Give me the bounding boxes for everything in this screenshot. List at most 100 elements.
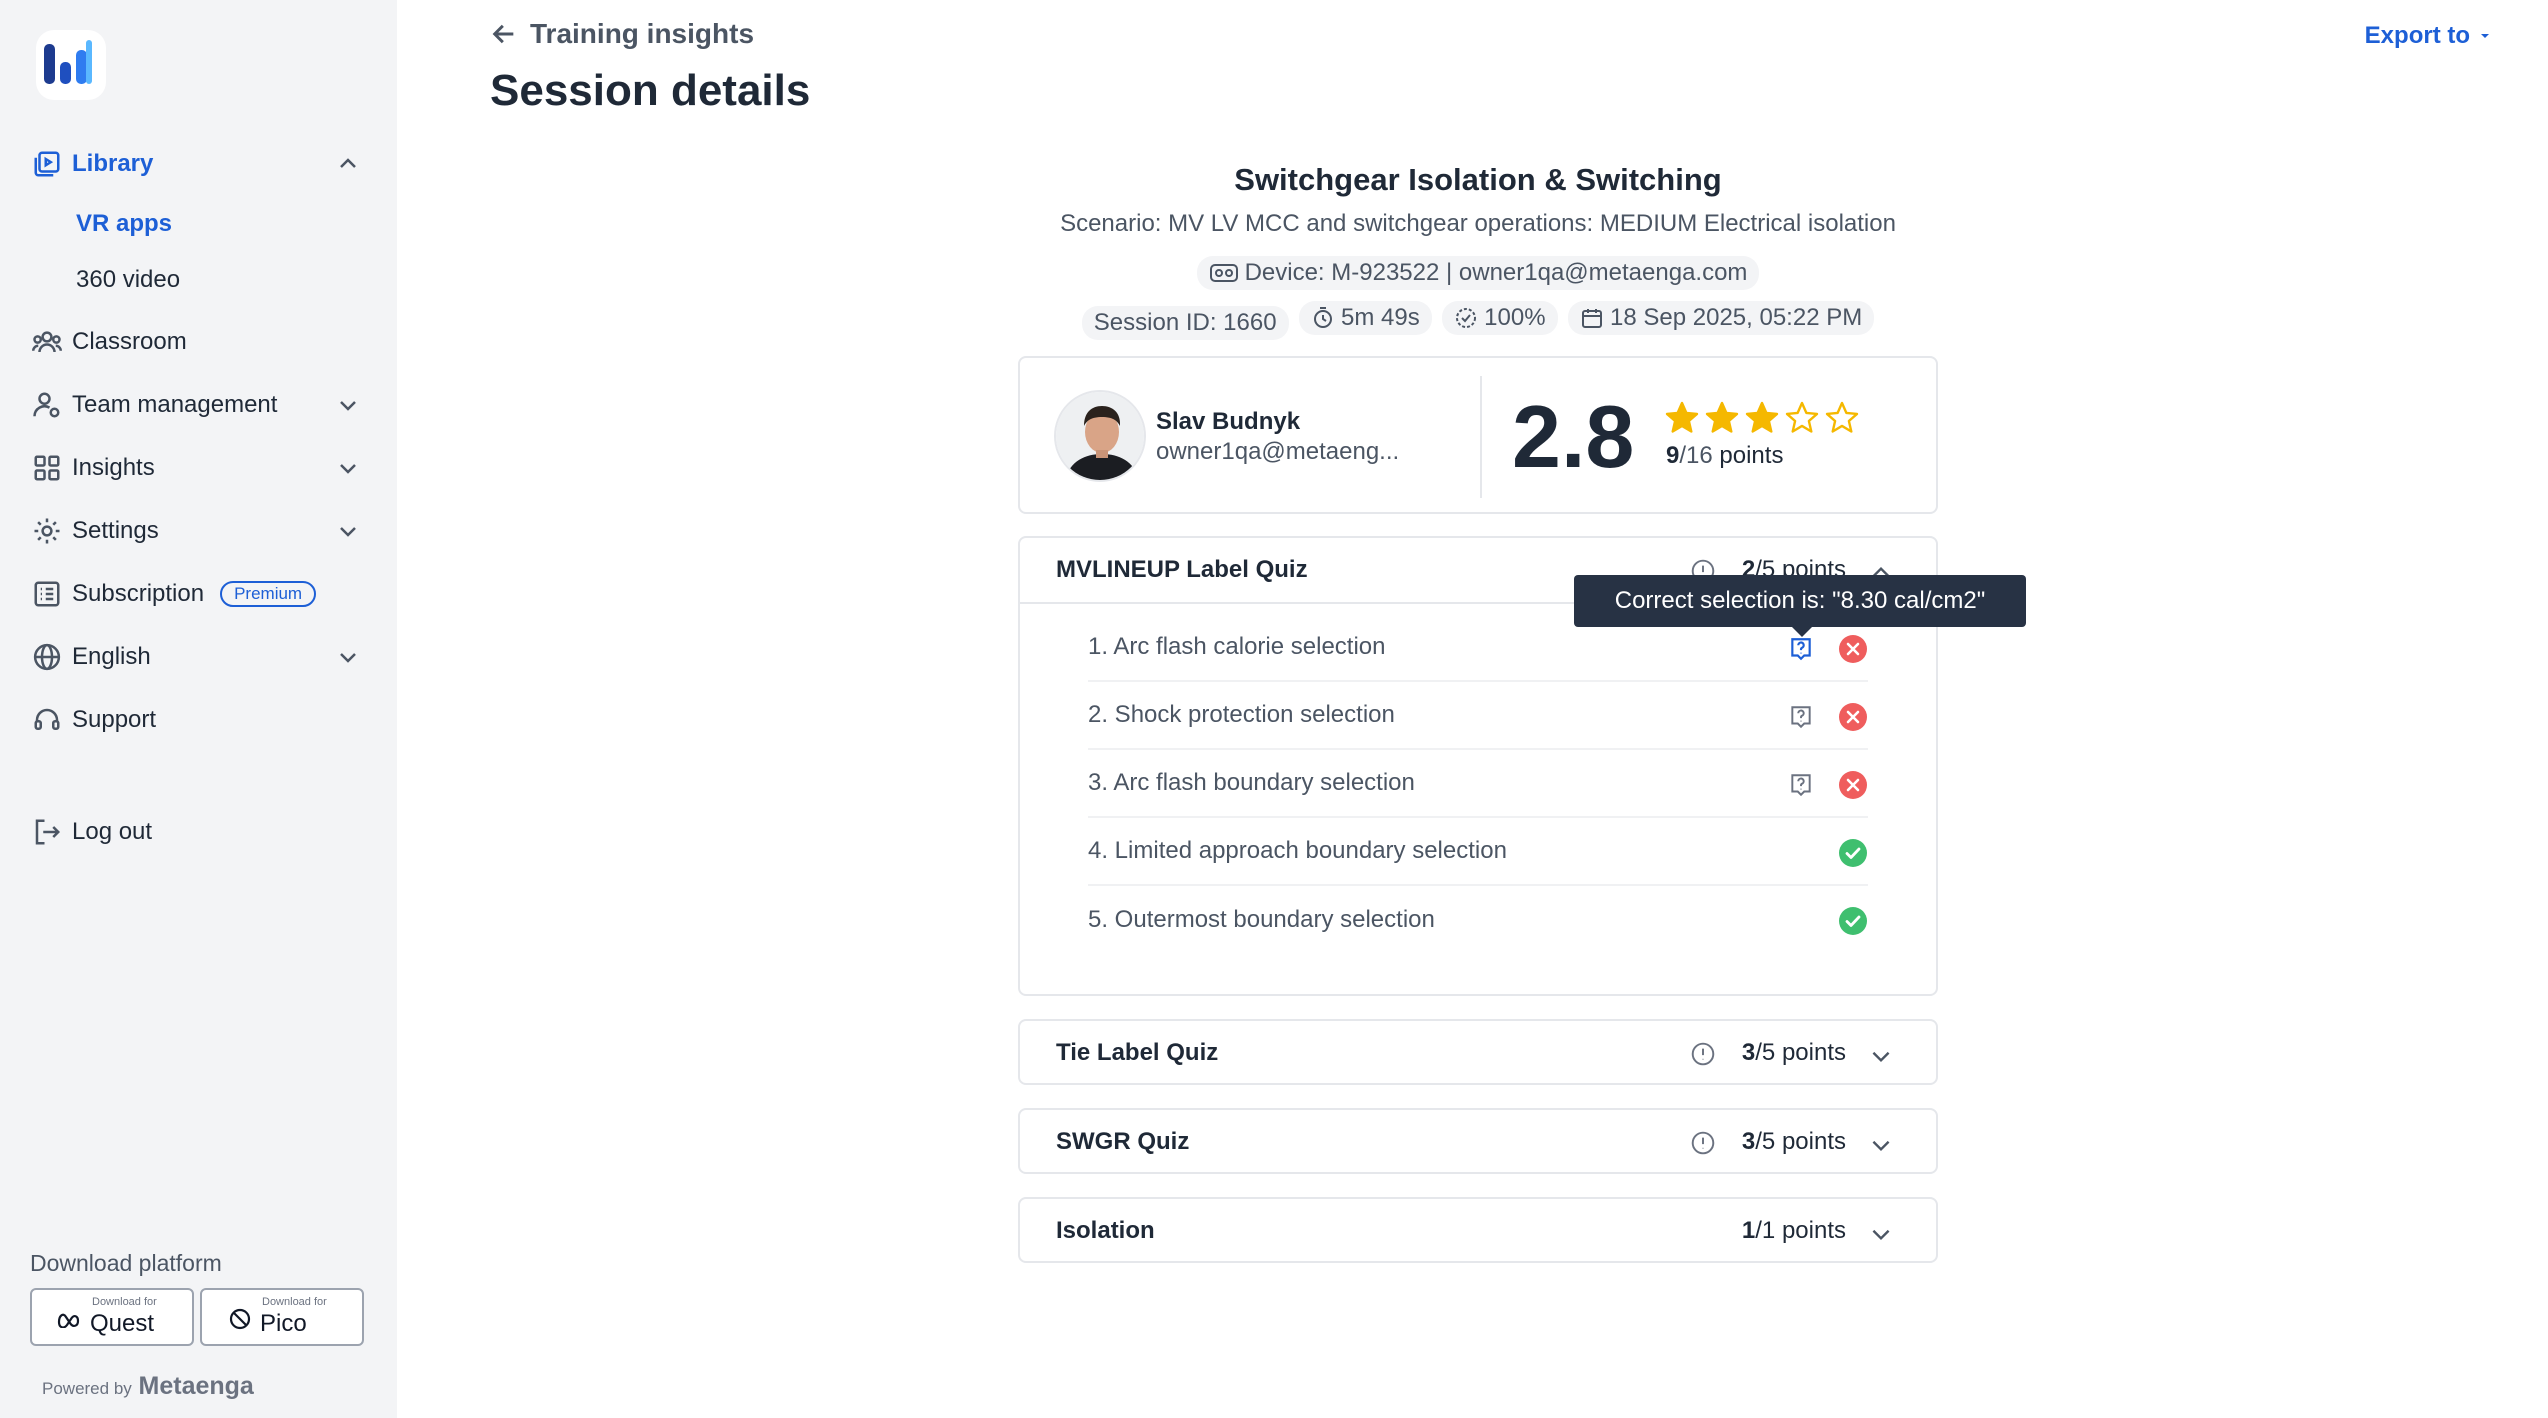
chevron-down-icon[interactable] <box>1868 1043 1894 1074</box>
check-badge-icon <box>1456 308 1477 328</box>
download-platform-title: Download platform <box>30 1250 222 1276</box>
info-icon[interactable] <box>1690 1130 1716 1161</box>
star-empty-icon <box>1785 401 1819 433</box>
info-icon[interactable] <box>1690 1041 1716 1072</box>
sidebar-item-label: Classroom <box>72 328 187 355</box>
correct-icon <box>1838 838 1868 875</box>
quiz-header[interactable]: SWGR Quiz 3/5 points <box>1020 1110 1936 1174</box>
star-filled-icon <box>1665 401 1699 433</box>
points-label: points <box>1719 442 1784 469</box>
sidebar-item-360-video[interactable]: 360 video <box>76 262 180 298</box>
page-title: Session details <box>490 66 811 115</box>
chevron-down-icon[interactable] <box>336 393 360 424</box>
device-pill: Device: M-923522 | owner1qa@metaenga.com <box>1196 256 1760 290</box>
pico-icon <box>228 1307 252 1336</box>
sidebar-item-label: Library <box>72 150 154 177</box>
arrow-left-icon <box>492 24 514 44</box>
back-label: Training insights <box>530 18 755 49</box>
caret-down-icon <box>2481 34 2489 38</box>
quiz-questions: 1. Arc flash calorie selection 2. Shock … <box>1020 602 1936 954</box>
sidebar-item-subscription[interactable]: Subscription Premium <box>30 572 360 616</box>
chevron-up-icon[interactable] <box>336 152 360 183</box>
sidebar-item-label: Settings <box>72 517 159 544</box>
points-total: /16 <box>1679 442 1713 469</box>
gear-icon <box>30 514 64 548</box>
list-icon <box>30 577 64 611</box>
score-card: Slav Budnyk owner1qa@metaeng... 2.8 9/16… <box>1018 356 1938 514</box>
question-text: 1. Arc flash calorie selection <box>1088 633 1386 660</box>
quiz-earned: 3 <box>1741 1128 1756 1155</box>
sidebar-item-label: Team management <box>72 391 278 418</box>
powered-by: Powered by Metaenga <box>42 1372 254 1401</box>
quiz-title: MVLINEUP Label Quiz <box>1056 556 1308 583</box>
grid-icon <box>30 451 64 485</box>
completion-pill: 100% <box>1442 301 1558 335</box>
question-help-icon[interactable] <box>1788 772 1814 805</box>
quiz-total: /5 <box>1755 1128 1776 1155</box>
quiz-total: /1 <box>1755 1217 1776 1244</box>
sidebar-item-settings[interactable]: Settings <box>30 509 360 553</box>
download-pico-button[interactable]: Download for Pico <box>200 1288 364 1346</box>
correct-icon <box>1838 906 1868 943</box>
question-help-icon[interactable] <box>1788 704 1814 737</box>
chevron-down-icon[interactable] <box>336 645 360 676</box>
quiz-section: Tie Label Quiz 3/5 points <box>1018 1019 1938 1085</box>
sidebar-item-language[interactable]: English <box>30 635 360 679</box>
quiz-title: Tie Label Quiz <box>1056 1039 1219 1066</box>
users-icon <box>30 325 64 359</box>
session-id-text: Session ID: 1660 <box>1093 309 1277 336</box>
chevron-down-icon[interactable] <box>336 456 360 487</box>
session-scenario: Scenario: MV LV MCC and switchgear opera… <box>1060 210 1896 237</box>
question-text: 2. Shock protection selection <box>1088 701 1395 728</box>
back-link[interactable]: Training insights <box>490 18 754 50</box>
sidebar-item-vr-apps[interactable]: VR apps <box>76 206 172 242</box>
session-title: Switchgear Isolation & Switching <box>1234 162 1722 197</box>
sidebar-item-label: Support <box>72 706 157 733</box>
library-icon <box>30 147 64 181</box>
question-help-icon[interactable] <box>1788 636 1814 669</box>
star-empty-icon <box>1825 401 1859 433</box>
logout-icon <box>30 815 64 849</box>
brand-wordmark: Metaenga <box>138 1372 254 1400</box>
points-earned: 9 <box>1666 442 1680 469</box>
star-filled-icon <box>1705 401 1739 433</box>
calendar-icon <box>1582 309 1603 328</box>
globe-icon <box>30 640 64 674</box>
star-rating <box>1664 400 1860 436</box>
sidebar-item-logout[interactable]: Log out <box>30 810 360 854</box>
completion-text: 100% <box>1484 304 1546 331</box>
vr-headset-icon <box>1209 264 1238 282</box>
datetime-pill: 18 Sep 2025, 05:22 PM <box>1568 301 1875 335</box>
sidebar-item-team-management[interactable]: Team management <box>30 383 360 427</box>
export-label: Export to <box>2364 22 2470 49</box>
question-row: 4. Limited approach boundary selection <box>1088 818 1868 886</box>
correct-answer-tooltip: Correct selection is: "8.30 cal/cm2" <box>1574 575 2026 637</box>
quiz-header[interactable]: Tie Label Quiz 3/5 points <box>1020 1021 1936 1085</box>
export-button[interactable]: Export to <box>2365 22 2492 50</box>
incorrect-icon <box>1838 702 1868 739</box>
quiz-points-label: points <box>1781 1039 1846 1066</box>
download-quest-button[interactable]: Download for Quest <box>30 1288 194 1346</box>
sidebar-item-classroom[interactable]: Classroom <box>30 320 360 364</box>
user-name: Slav Budnyk <box>1156 408 1301 435</box>
quiz-earned: 3 <box>1741 1039 1756 1066</box>
session-meta-row: Session ID: 1660 5m 49s 100% 18 Sep 2025… <box>1018 301 1938 340</box>
quiz-section: Isolation 1/1 points <box>1018 1197 1938 1263</box>
star-filled-icon <box>1745 401 1779 433</box>
chevron-down-icon[interactable] <box>1868 1132 1894 1163</box>
quiz-total: /5 <box>1755 1039 1776 1066</box>
question-row: 5. Outermost boundary selection <box>1088 886 1868 954</box>
chevron-down-icon[interactable] <box>336 519 360 550</box>
quiz-header[interactable]: Isolation 1/1 points <box>1020 1199 1936 1263</box>
app-logo[interactable] <box>36 30 106 100</box>
quiz-points-label: points <box>1781 1217 1846 1244</box>
sidebar-item-support[interactable]: Support <box>30 698 360 742</box>
chevron-down-icon[interactable] <box>1868 1221 1894 1252</box>
quiz-title: SWGR Quiz <box>1056 1128 1190 1155</box>
sidebar-item-insights[interactable]: Insights <box>30 446 360 490</box>
question-row: 3. Arc flash boundary selection <box>1088 750 1868 818</box>
question-text: 4. Limited approach boundary selection <box>1088 837 1507 864</box>
pico-label: Pico <box>260 1310 307 1337</box>
quiz-points: 3/5 points <box>1742 1128 1846 1156</box>
sidebar-item-library[interactable]: Library <box>30 142 360 186</box>
